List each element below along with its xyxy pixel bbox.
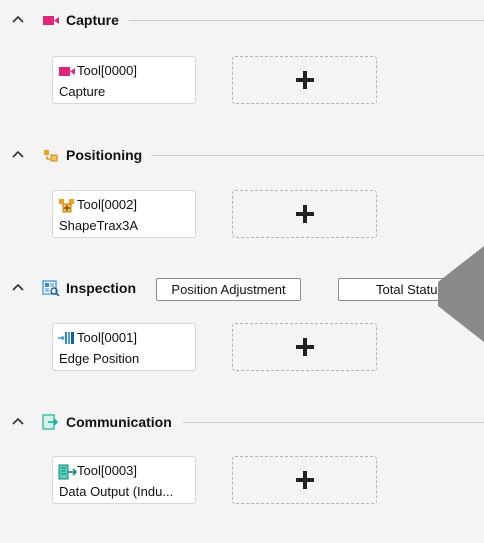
- tool-card-edge-position[interactable]: Tool[0001] Edge Position: [52, 323, 196, 371]
- data-output-icon: [58, 464, 78, 480]
- add-tool-button[interactable]: [232, 56, 377, 104]
- chevron-up-icon[interactable]: [12, 13, 24, 25]
- inspection-icon: [42, 280, 60, 297]
- chevron-up-icon[interactable]: [12, 148, 24, 160]
- plus-icon: [295, 338, 314, 356]
- tool-name: Data Output (Indu...: [59, 484, 174, 499]
- chevron-up-icon[interactable]: [12, 281, 24, 293]
- communication-icon: [42, 414, 60, 430]
- chevron-up-icon[interactable]: [12, 415, 24, 427]
- tool-name: Edge Position: [59, 351, 140, 366]
- tool-id: Tool[0001]: [77, 330, 137, 345]
- add-tool-button[interactable]: [232, 190, 377, 238]
- plus-icon: [295, 471, 314, 489]
- tool-card-capture[interactable]: Tool[0000] Capture: [52, 56, 196, 104]
- position-adjustment-button[interactable]: Position Adjustment: [156, 278, 301, 301]
- section-divider: [151, 155, 484, 156]
- section-divider: [129, 20, 484, 21]
- section-title: Capture: [66, 12, 119, 28]
- add-tool-button[interactable]: [232, 323, 377, 371]
- section-title: Positioning: [66, 147, 143, 163]
- section-header-capture: Capture: [0, 8, 484, 32]
- tool-id: Tool[0003]: [77, 463, 137, 478]
- section-header-communication: Communication: [0, 410, 484, 434]
- positioning-icon: [42, 147, 60, 163]
- section-title: Inspection: [66, 280, 137, 296]
- camera-icon: [42, 12, 60, 28]
- add-tool-button[interactable]: [232, 456, 377, 504]
- section-title: Communication: [66, 414, 172, 430]
- plus-icon: [295, 205, 314, 223]
- pointer-arrow-icon: [438, 246, 484, 342]
- tool-name: ShapeTrax3A: [59, 218, 139, 233]
- section-header-inspection: Inspection Position Adjustment Total Sta…: [0, 276, 484, 301]
- tool-name: Capture: [59, 84, 106, 99]
- camera-icon: [58, 64, 76, 78]
- tool-id: Tool[0002]: [77, 197, 137, 212]
- tool-card-shapetrax[interactable]: Tool[0002] ShapeTrax3A: [52, 190, 196, 238]
- section-header-positioning: Positioning: [0, 143, 484, 167]
- section-divider: [183, 422, 484, 423]
- plus-icon: [295, 71, 314, 89]
- edge-position-icon: [58, 331, 76, 345]
- shapetrax-icon: [58, 198, 76, 213]
- tool-card-data-output[interactable]: Tool[0003] Data Output (Indu...: [52, 456, 196, 504]
- tool-id: Tool[0000]: [77, 63, 137, 78]
